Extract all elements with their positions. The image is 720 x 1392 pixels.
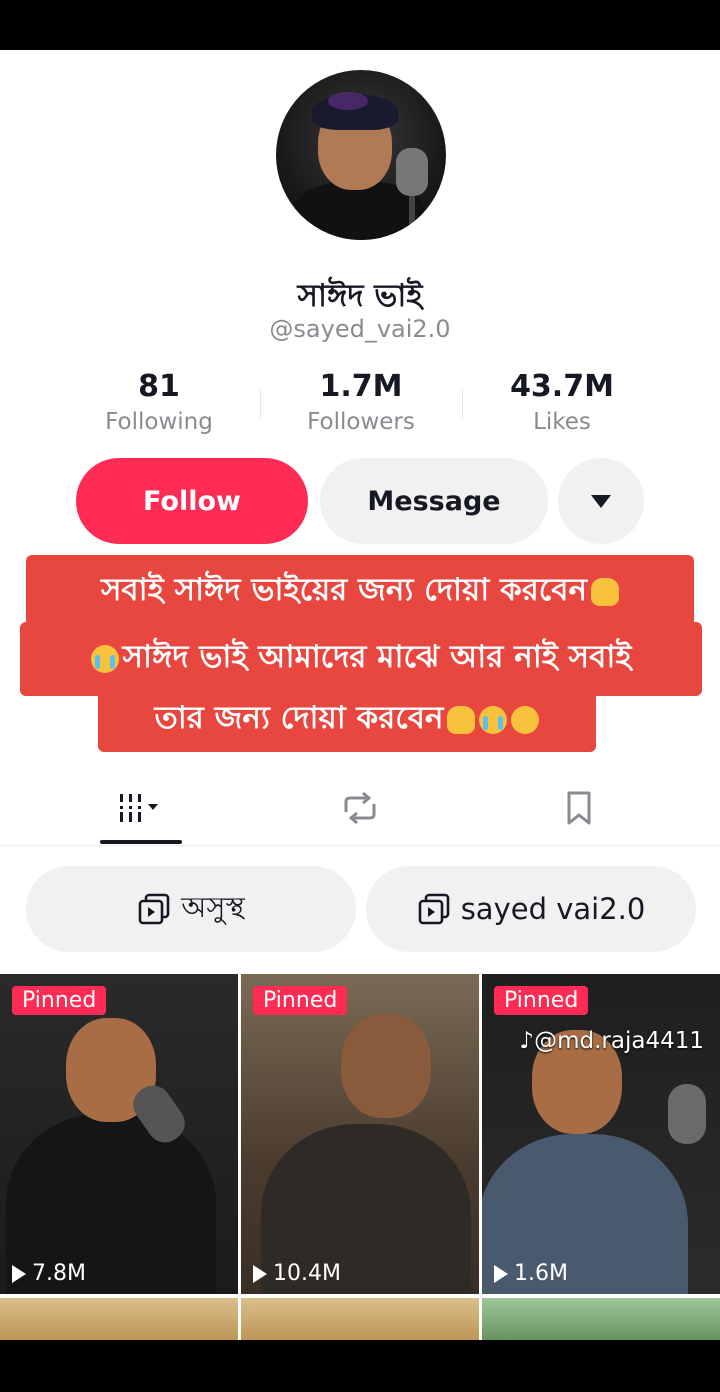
pinned-badge: Pinned [494, 986, 589, 1015]
view-count-value: 1.6M [514, 1261, 568, 1286]
active-tab-indicator [100, 840, 182, 844]
caption-line-1: সবাই সাঈদ ভাইয়ের জন্য দোয়া করবেন [26, 555, 694, 629]
navigation-bar [0, 1340, 720, 1392]
view-count-value: 10.4M [273, 1261, 341, 1286]
playlist-button-2[interactable]: sayed vai2.0 [366, 866, 696, 952]
view-count: 7.8M [12, 1261, 86, 1286]
more-options-button[interactable] [558, 458, 644, 544]
tab-reposts[interactable] [300, 770, 420, 846]
stat-followers-value: 1.7M [319, 369, 403, 404]
playlist-icon [138, 893, 170, 925]
tab-videos[interactable] [82, 770, 202, 846]
stat-likes[interactable]: 43.7M Likes [462, 368, 662, 438]
playlist-label-1: অসুস্থ [181, 889, 245, 924]
playlist-label-2: sayed vai2.0 [460, 892, 646, 926]
video-thumbnail-4[interactable] [0, 1298, 238, 1340]
pinned-badge: Pinned [12, 986, 107, 1015]
avatar[interactable] [276, 70, 446, 240]
stat-likes-value: 43.7M [510, 369, 614, 404]
caption-text-2: সাঈদ ভাই আমাদের মাঝে আর নাই সবাই [122, 639, 632, 675]
praying-hands-icon [591, 578, 620, 606]
caption-line-3: তার জন্য দোয়া করবেন [98, 688, 596, 752]
play-icon [494, 1264, 508, 1283]
video-grid: Pinned 7.8M Pinned 10.4M Pinned ♪@md.raj… [0, 974, 720, 1340]
follow-button[interactable]: Follow [76, 458, 308, 544]
video-thumbnail-2[interactable]: Pinned 10.4M [241, 974, 479, 1294]
play-icon [12, 1264, 26, 1283]
tab-saved[interactable] [519, 770, 639, 846]
video-thumbnail-1[interactable]: Pinned 7.8M [0, 974, 238, 1294]
playlist-icon [418, 893, 449, 925]
tiktok-icon: ♪ [519, 1028, 535, 1054]
playlist-button-1[interactable]: অসুস্থ [26, 866, 356, 952]
pinned-badge: Pinned [253, 986, 348, 1015]
grid-icon [120, 794, 158, 822]
stat-likes-label: Likes [533, 409, 591, 435]
profile-handle: @sayed_vai2.0 [269, 315, 451, 343]
microphone-image [668, 1084, 706, 1144]
stat-following[interactable]: 81 Following [59, 368, 259, 438]
caption-text-3: তার জন্য দোয়া করবেন [154, 700, 444, 736]
praying-hands-icon [447, 706, 476, 734]
watermark: ♪@md.raja4411 [519, 1028, 704, 1054]
play-icon [253, 1264, 267, 1283]
video-thumbnail-3[interactable]: Pinned ♪@md.raja4411 1.6M [482, 974, 720, 1294]
crying-face-icon [90, 645, 119, 673]
stat-followers-label: Followers [307, 409, 415, 435]
status-bar [0, 0, 720, 50]
microphone-image [396, 148, 428, 196]
bookmark-icon [567, 791, 591, 825]
profile-page: সাঈদ ভাই @sayed_vai2.0 81 Following 1.7M… [0, 50, 720, 1340]
view-count: 1.6M [494, 1261, 568, 1286]
caption-line-2: সাঈদ ভাই আমাদের মাঝে আর নাই সবাই [20, 622, 702, 696]
content-tabs [0, 770, 720, 846]
caret-down-icon [591, 494, 611, 508]
stat-followers[interactable]: 1.7M Followers [261, 368, 461, 438]
watermark-text: @md.raja4411 [534, 1028, 704, 1054]
video-thumbnail-5[interactable] [241, 1298, 479, 1340]
message-button[interactable]: Message [320, 458, 548, 544]
video-thumbnail-6[interactable] [482, 1298, 720, 1340]
caption-text-1: সবাই সাঈদ ভাইয়ের জন্য দোয়া করবেন [100, 572, 588, 608]
stat-following-label: Following [105, 409, 213, 435]
pleading-face-icon [511, 706, 540, 734]
view-count: 10.4M [253, 1261, 341, 1286]
stat-following-value: 81 [138, 369, 180, 404]
view-count-value: 7.8M [32, 1261, 86, 1286]
crying-face-icon [479, 706, 508, 734]
repost-icon [344, 791, 376, 825]
